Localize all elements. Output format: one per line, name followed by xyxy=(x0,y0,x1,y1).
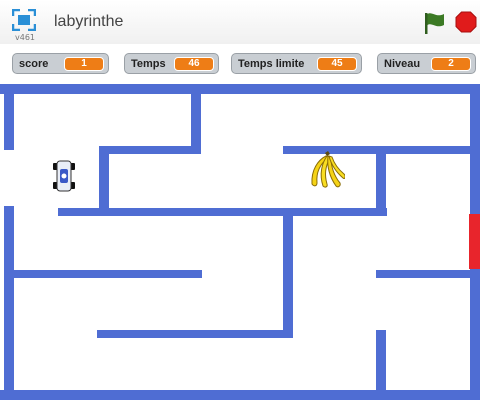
monitor-value: 46 xyxy=(174,56,214,71)
maze-stage[interactable] xyxy=(0,84,480,400)
maze-wall xyxy=(376,270,470,278)
maze-wall xyxy=(283,208,293,336)
maze-wall xyxy=(0,390,480,400)
maze-exit xyxy=(469,214,480,269)
monitor-value: 2 xyxy=(431,56,471,71)
maze-wall xyxy=(376,330,386,390)
monitor-label: Temps xyxy=(131,57,166,70)
monitor-label: Niveau xyxy=(384,57,421,70)
maze-wall xyxy=(99,146,201,154)
stop-sign-icon[interactable] xyxy=(455,11,477,33)
maze-wall xyxy=(0,84,480,94)
monitor-value: 1 xyxy=(64,56,104,71)
project-title: labyrinthe xyxy=(54,13,124,30)
monitor-label: Temps limite xyxy=(238,57,305,70)
time-monitor: Temps 46 xyxy=(124,53,219,74)
time-limit-monitor: Temps limite 45 xyxy=(231,53,362,74)
banana-sprite xyxy=(311,151,345,188)
maze-wall xyxy=(97,330,293,338)
score-monitor: score 1 xyxy=(12,53,109,74)
green-flag-icon[interactable] xyxy=(422,11,446,35)
maze-wall xyxy=(14,270,202,278)
maze-wall xyxy=(376,146,386,216)
maze-wall xyxy=(191,84,201,154)
player-header: v461 labyrinthe xyxy=(0,0,480,44)
maze-wall xyxy=(58,208,387,216)
car-sprite[interactable] xyxy=(52,160,76,192)
maze-wall xyxy=(4,84,14,150)
version-label: v461 xyxy=(15,33,36,42)
level-monitor: Niveau 2 xyxy=(377,53,476,74)
monitor-value: 45 xyxy=(317,56,357,71)
fullscreen-icon[interactable] xyxy=(12,9,36,31)
monitor-label: score xyxy=(19,57,49,70)
maze-wall xyxy=(99,146,109,212)
maze-wall xyxy=(4,206,14,400)
